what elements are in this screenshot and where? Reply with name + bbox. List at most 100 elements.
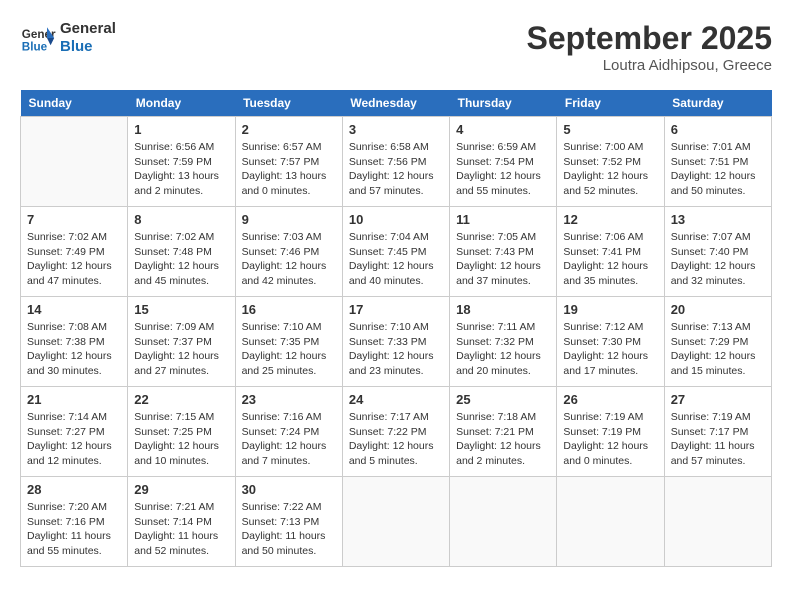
day-info: Sunrise: 7:06 AMSunset: 7:41 PMDaylight:…	[563, 230, 657, 289]
day-info: Sunrise: 6:58 AMSunset: 7:56 PMDaylight:…	[349, 140, 443, 199]
day-info: Sunrise: 7:12 AMSunset: 7:30 PMDaylight:…	[563, 320, 657, 379]
weekday-header-saturday: Saturday	[664, 90, 771, 117]
calendar-cell: 3 Sunrise: 6:58 AMSunset: 7:56 PMDaylight…	[342, 117, 449, 207]
day-number: 16	[242, 302, 336, 317]
day-number: 24	[349, 392, 443, 407]
week-row-2: 14 Sunrise: 7:08 AMSunset: 7:38 PMDayligh…	[21, 297, 772, 387]
day-number: 5	[563, 122, 657, 137]
calendar-cell: 29Sunrise: 7:21 AMSunset: 7:14 PMDayligh…	[128, 477, 235, 567]
day-number: 8	[134, 212, 228, 227]
calendar-cell: 13 Sunrise: 7:07 AMSunset: 7:40 PMDayligh…	[664, 207, 771, 297]
calendar-cell: 8 Sunrise: 7:02 AMSunset: 7:48 PMDaylight…	[128, 207, 235, 297]
day-info: Sunrise: 7:14 AMSunset: 7:27 PMDaylight:…	[27, 410, 121, 469]
day-number: 3	[349, 122, 443, 137]
day-info: Sunrise: 7:15 AMSunset: 7:25 PMDaylight:…	[134, 410, 228, 469]
calendar-cell: 26 Sunrise: 7:19 AMSunset: 7:19 PMDayligh…	[557, 387, 664, 477]
day-info: Sunrise: 7:19 AMSunset: 7:17 PMDaylight:…	[671, 410, 765, 469]
day-number: 12	[563, 212, 657, 227]
logo: General Blue General Blue	[20, 20, 116, 56]
calendar-cell	[664, 477, 771, 567]
day-info: Sunrise: 7:10 AMSunset: 7:33 PMDaylight:…	[349, 320, 443, 379]
day-number: 23	[242, 392, 336, 407]
day-number: 25	[456, 392, 550, 407]
calendar-cell: 16 Sunrise: 7:10 AMSunset: 7:35 PMDayligh…	[235, 297, 342, 387]
calendar-cell: 27 Sunrise: 7:19 AMSunset: 7:17 PMDayligh…	[664, 387, 771, 477]
day-number: 15	[134, 302, 228, 317]
calendar-cell: 15 Sunrise: 7:09 AMSunset: 7:37 PMDayligh…	[128, 297, 235, 387]
week-row-3: 21 Sunrise: 7:14 AMSunset: 7:27 PMDayligh…	[21, 387, 772, 477]
logo-line2: Blue	[60, 38, 116, 56]
day-number: 20	[671, 302, 765, 317]
day-info: Sunrise: 7:19 AMSunset: 7:19 PMDaylight:…	[563, 410, 657, 469]
day-info: Sunrise: 7:08 AMSunset: 7:38 PMDaylight:…	[27, 320, 121, 379]
day-number: 2	[242, 122, 336, 137]
day-info: Sunrise: 7:20 AMSunset: 7:16 PMDaylight:…	[27, 500, 121, 559]
day-number: 10	[349, 212, 443, 227]
day-number: 1	[134, 122, 228, 137]
calendar-table: SundayMondayTuesdayWednesdayThursdayFrid…	[20, 90, 772, 567]
week-row-4: 28 Sunrise: 7:20 AMSunset: 7:16 PMDayligh…	[21, 477, 772, 567]
calendar-cell: 5Sunrise: 7:00 AMSunset: 7:52 PMDaylight…	[557, 117, 664, 207]
calendar-cell	[21, 117, 128, 207]
weekday-header-row: SundayMondayTuesdayWednesdayThursdayFrid…	[21, 90, 772, 117]
day-info: Sunrise: 7:17 AMSunset: 7:22 PMDaylight:…	[349, 410, 443, 469]
weekday-header-monday: Monday	[128, 90, 235, 117]
calendar-cell: 21 Sunrise: 7:14 AMSunset: 7:27 PMDayligh…	[21, 387, 128, 477]
day-info: Sunrise: 7:11 AMSunset: 7:32 PMDaylight:…	[456, 320, 550, 379]
day-number: 18	[456, 302, 550, 317]
calendar-cell: 7 Sunrise: 7:02 AMSunset: 7:49 PMDaylight…	[21, 207, 128, 297]
day-number: 6	[671, 122, 765, 137]
day-number: 26	[563, 392, 657, 407]
day-info: Sunrise: 7:04 AMSunset: 7:45 PMDaylight:…	[349, 230, 443, 289]
day-info: Sunrise: 7:22 AMSunset: 7:13 PMDaylight:…	[242, 500, 336, 559]
calendar-cell: 28 Sunrise: 7:20 AMSunset: 7:16 PMDayligh…	[21, 477, 128, 567]
day-number: 7	[27, 212, 121, 227]
day-number: 21	[27, 392, 121, 407]
calendar-cell: 1 Sunrise: 6:56 AMSunset: 7:59 PMDaylight…	[128, 117, 235, 207]
day-number: 22	[134, 392, 228, 407]
day-number: 28	[27, 482, 121, 497]
calendar-cell: 24 Sunrise: 7:17 AMSunset: 7:22 PMDayligh…	[342, 387, 449, 477]
day-info: Sunrise: 7:02 AMSunset: 7:49 PMDaylight:…	[27, 230, 121, 289]
day-info: Sunrise: 7:07 AMSunset: 7:40 PMDaylight:…	[671, 230, 765, 289]
calendar-cell: 6 Sunrise: 7:01 AMSunset: 7:51 PMDaylight…	[664, 117, 771, 207]
day-number: 4	[456, 122, 550, 137]
day-info: Sunrise: 7:16 AMSunset: 7:24 PMDaylight:…	[242, 410, 336, 469]
day-info: Sunrise: 7:10 AMSunset: 7:35 PMDaylight:…	[242, 320, 336, 379]
calendar-cell: 17 Sunrise: 7:10 AMSunset: 7:33 PMDayligh…	[342, 297, 449, 387]
day-info: Sunrise: 6:57 AMSunset: 7:57 PMDaylight:…	[242, 140, 336, 199]
day-info: Sunrise: 7:18 AMSunset: 7:21 PMDaylight:…	[456, 410, 550, 469]
calendar-cell: 20Sunrise: 7:13 AMSunset: 7:29 PMDayligh…	[664, 297, 771, 387]
day-info: Sunrise: 7:05 AMSunset: 7:43 PMDaylight:…	[456, 230, 550, 289]
day-info: Sunrise: 7:09 AMSunset: 7:37 PMDaylight:…	[134, 320, 228, 379]
weekday-header-thursday: Thursday	[450, 90, 557, 117]
calendar-cell: 30 Sunrise: 7:22 AMSunset: 7:13 PMDayligh…	[235, 477, 342, 567]
day-number: 9	[242, 212, 336, 227]
logo-line1: General	[60, 20, 116, 38]
day-info: Sunrise: 6:56 AMSunset: 7:59 PMDaylight:…	[134, 140, 228, 199]
day-number: 27	[671, 392, 765, 407]
day-number: 30	[242, 482, 336, 497]
weekday-header-friday: Friday	[557, 90, 664, 117]
calendar-cell	[342, 477, 449, 567]
calendar-cell: 4Sunrise: 6:59 AMSunset: 7:54 PMDaylight…	[450, 117, 557, 207]
calendar-cell: 11Sunrise: 7:05 AMSunset: 7:43 PMDayligh…	[450, 207, 557, 297]
day-info: Sunrise: 7:03 AMSunset: 7:46 PMDaylight:…	[242, 230, 336, 289]
title-block: September 2025 Loutra Aidhipsou, Greece	[527, 20, 772, 74]
calendar-cell: 18 Sunrise: 7:11 AMSunset: 7:32 PMDayligh…	[450, 297, 557, 387]
day-info: Sunrise: 7:02 AMSunset: 7:48 PMDaylight:…	[134, 230, 228, 289]
day-info: Sunrise: 7:01 AMSunset: 7:51 PMDaylight:…	[671, 140, 765, 199]
calendar-cell: 25 Sunrise: 7:18 AMSunset: 7:21 PMDayligh…	[450, 387, 557, 477]
calendar-cell: 14 Sunrise: 7:08 AMSunset: 7:38 PMDayligh…	[21, 297, 128, 387]
day-number: 17	[349, 302, 443, 317]
day-number: 13	[671, 212, 765, 227]
week-row-1: 7 Sunrise: 7:02 AMSunset: 7:49 PMDaylight…	[21, 207, 772, 297]
calendar-cell: 23 Sunrise: 7:16 AMSunset: 7:24 PMDayligh…	[235, 387, 342, 477]
calendar-cell: 22 Sunrise: 7:15 AMSunset: 7:25 PMDayligh…	[128, 387, 235, 477]
location: Loutra Aidhipsou, Greece	[527, 57, 772, 74]
calendar-cell	[557, 477, 664, 567]
calendar-cell: 12 Sunrise: 7:06 AMSunset: 7:41 PMDayligh…	[557, 207, 664, 297]
weekday-header-tuesday: Tuesday	[235, 90, 342, 117]
day-number: 14	[27, 302, 121, 317]
calendar-cell	[450, 477, 557, 567]
